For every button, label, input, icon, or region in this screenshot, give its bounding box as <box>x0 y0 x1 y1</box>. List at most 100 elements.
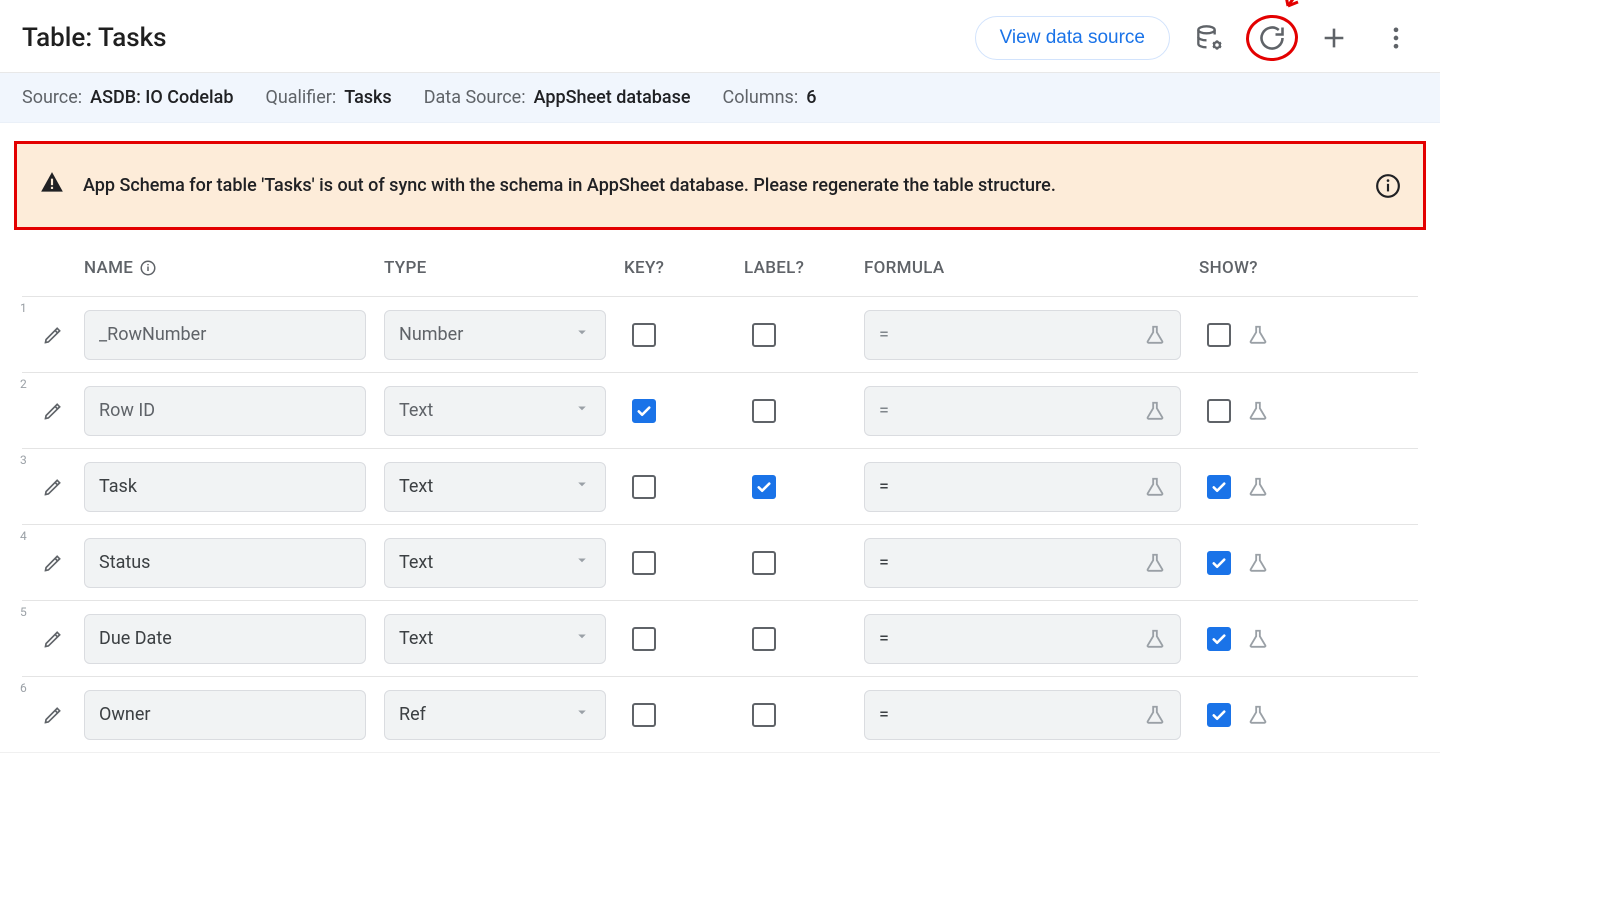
edit-column-button[interactable] <box>22 477 84 497</box>
formula-input[interactable]: = <box>864 690 1181 740</box>
column-type-value: Ref <box>399 704 426 725</box>
column-type-value: Text <box>399 476 433 497</box>
formula-value: = <box>879 552 889 573</box>
column-type-select[interactable]: Ref <box>384 690 606 740</box>
source-pair: Source: ASDB: IO Codelab <box>22 87 233 108</box>
formula-value: = <box>879 704 889 725</box>
column-name-input[interactable]: Status <box>84 538 366 588</box>
add-button[interactable] <box>1312 16 1356 60</box>
label-checkbox[interactable] <box>752 399 776 423</box>
warning-content: App Schema for table 'Tasks' is out of s… <box>39 170 1056 201</box>
page-title: Table: Tasks <box>22 23 167 53</box>
flask-icon[interactable] <box>1247 628 1269 650</box>
column-type-select[interactable]: Number <box>384 310 606 360</box>
row-number: 1 <box>20 301 27 315</box>
column-type-value: Number <box>399 324 463 345</box>
header-key: KEY? <box>624 258 744 278</box>
datasource-value: AppSheet database <box>534 87 691 108</box>
show-checkbox[interactable] <box>1207 627 1231 651</box>
row-number: 3 <box>20 453 27 467</box>
key-checkbox[interactable] <box>632 323 656 347</box>
qualifier-pair: Qualifier: Tasks <box>265 87 391 108</box>
data-settings-icon[interactable] <box>1188 16 1232 60</box>
row-number: 4 <box>20 529 27 543</box>
show-checkbox[interactable] <box>1207 399 1231 423</box>
show-checkbox[interactable] <box>1207 475 1231 499</box>
column-type-select[interactable]: Text <box>384 538 606 588</box>
columns-section: NAME TYPE KEY? LABEL? FORMULA SHOW? 1 _R… <box>0 230 1440 752</box>
formula-input[interactable]: = <box>864 386 1181 436</box>
formula-value: = <box>879 628 889 649</box>
chevron-down-icon <box>573 703 591 726</box>
header-show: SHOW? <box>1199 258 1319 278</box>
view-data-source-button[interactable]: View data source <box>975 16 1170 60</box>
flask-icon[interactable] <box>1247 400 1269 422</box>
flask-icon[interactable] <box>1247 704 1269 726</box>
column-name-input[interactable]: Due Date <box>84 614 366 664</box>
chevron-down-icon <box>573 399 591 422</box>
warning-icon <box>39 170 65 201</box>
label-checkbox[interactable] <box>752 323 776 347</box>
info-icon[interactable] <box>1375 173 1401 199</box>
label-checkbox[interactable] <box>752 627 776 651</box>
columns-value: 6 <box>806 87 816 108</box>
column-name-input[interactable]: Row ID <box>84 386 366 436</box>
source-label: Source: <box>22 87 82 108</box>
column-row: 5 Due Date Text = <box>22 600 1418 676</box>
column-name-input[interactable]: _RowNumber <box>84 310 366 360</box>
flask-icon[interactable] <box>1144 324 1166 346</box>
label-checkbox[interactable] <box>752 551 776 575</box>
source-bar: Source: ASDB: IO Codelab Qualifier: Task… <box>0 73 1440 123</box>
flask-icon[interactable] <box>1247 476 1269 498</box>
show-checkbox[interactable] <box>1207 323 1231 347</box>
source-value: ASDB: IO Codelab <box>90 87 233 108</box>
key-checkbox[interactable] <box>632 703 656 727</box>
key-checkbox[interactable] <box>632 551 656 575</box>
flask-icon[interactable] <box>1247 324 1269 346</box>
column-type-select[interactable]: Text <box>384 462 606 512</box>
key-checkbox[interactable] <box>632 627 656 651</box>
column-row: 2 Row ID Text = <box>22 372 1418 448</box>
more-menu-button[interactable] <box>1374 16 1418 60</box>
formula-input[interactable]: = <box>864 310 1181 360</box>
column-name-input[interactable]: Task <box>84 462 366 512</box>
column-type-select[interactable]: Text <box>384 386 606 436</box>
show-checkbox[interactable] <box>1207 703 1231 727</box>
column-type-select[interactable]: Text <box>384 614 606 664</box>
flask-icon[interactable] <box>1247 552 1269 574</box>
formula-input[interactable]: = <box>864 462 1181 512</box>
annotation-circle <box>1244 13 1299 63</box>
qualifier-label: Qualifier: <box>265 87 336 108</box>
column-name-input[interactable]: Owner <box>84 690 366 740</box>
formula-value: = <box>879 324 889 345</box>
flask-icon[interactable] <box>1144 400 1166 422</box>
flask-icon[interactable] <box>1144 476 1166 498</box>
formula-input[interactable]: = <box>864 614 1181 664</box>
show-checkbox[interactable] <box>1207 551 1231 575</box>
flask-icon[interactable] <box>1144 704 1166 726</box>
flask-icon[interactable] <box>1144 628 1166 650</box>
key-checkbox[interactable] <box>632 399 656 423</box>
edit-column-button[interactable] <box>22 629 84 649</box>
formula-input[interactable]: = <box>864 538 1181 588</box>
column-row: 1 _RowNumber Number = <box>22 296 1418 372</box>
datasource-pair: Data Source: AppSheet database <box>424 87 691 108</box>
columns-label: Columns: <box>723 87 799 108</box>
edit-column-button[interactable] <box>22 553 84 573</box>
column-type-value: Text <box>399 552 433 573</box>
key-checkbox[interactable] <box>632 475 656 499</box>
column-type-value: Text <box>399 628 433 649</box>
flask-icon[interactable] <box>1144 552 1166 574</box>
label-checkbox[interactable] <box>752 475 776 499</box>
row-number: 6 <box>20 681 27 695</box>
header-type: TYPE <box>384 258 624 278</box>
datasource-label: Data Source: <box>424 87 526 108</box>
refresh-button[interactable] <box>1250 16 1294 60</box>
edit-column-button[interactable] <box>22 705 84 725</box>
edit-column-button[interactable] <box>22 401 84 421</box>
edit-column-button[interactable] <box>22 325 84 345</box>
header-actions: View data source <box>975 16 1418 60</box>
info-icon[interactable] <box>139 259 157 277</box>
formula-value: = <box>879 400 889 421</box>
label-checkbox[interactable] <box>752 703 776 727</box>
